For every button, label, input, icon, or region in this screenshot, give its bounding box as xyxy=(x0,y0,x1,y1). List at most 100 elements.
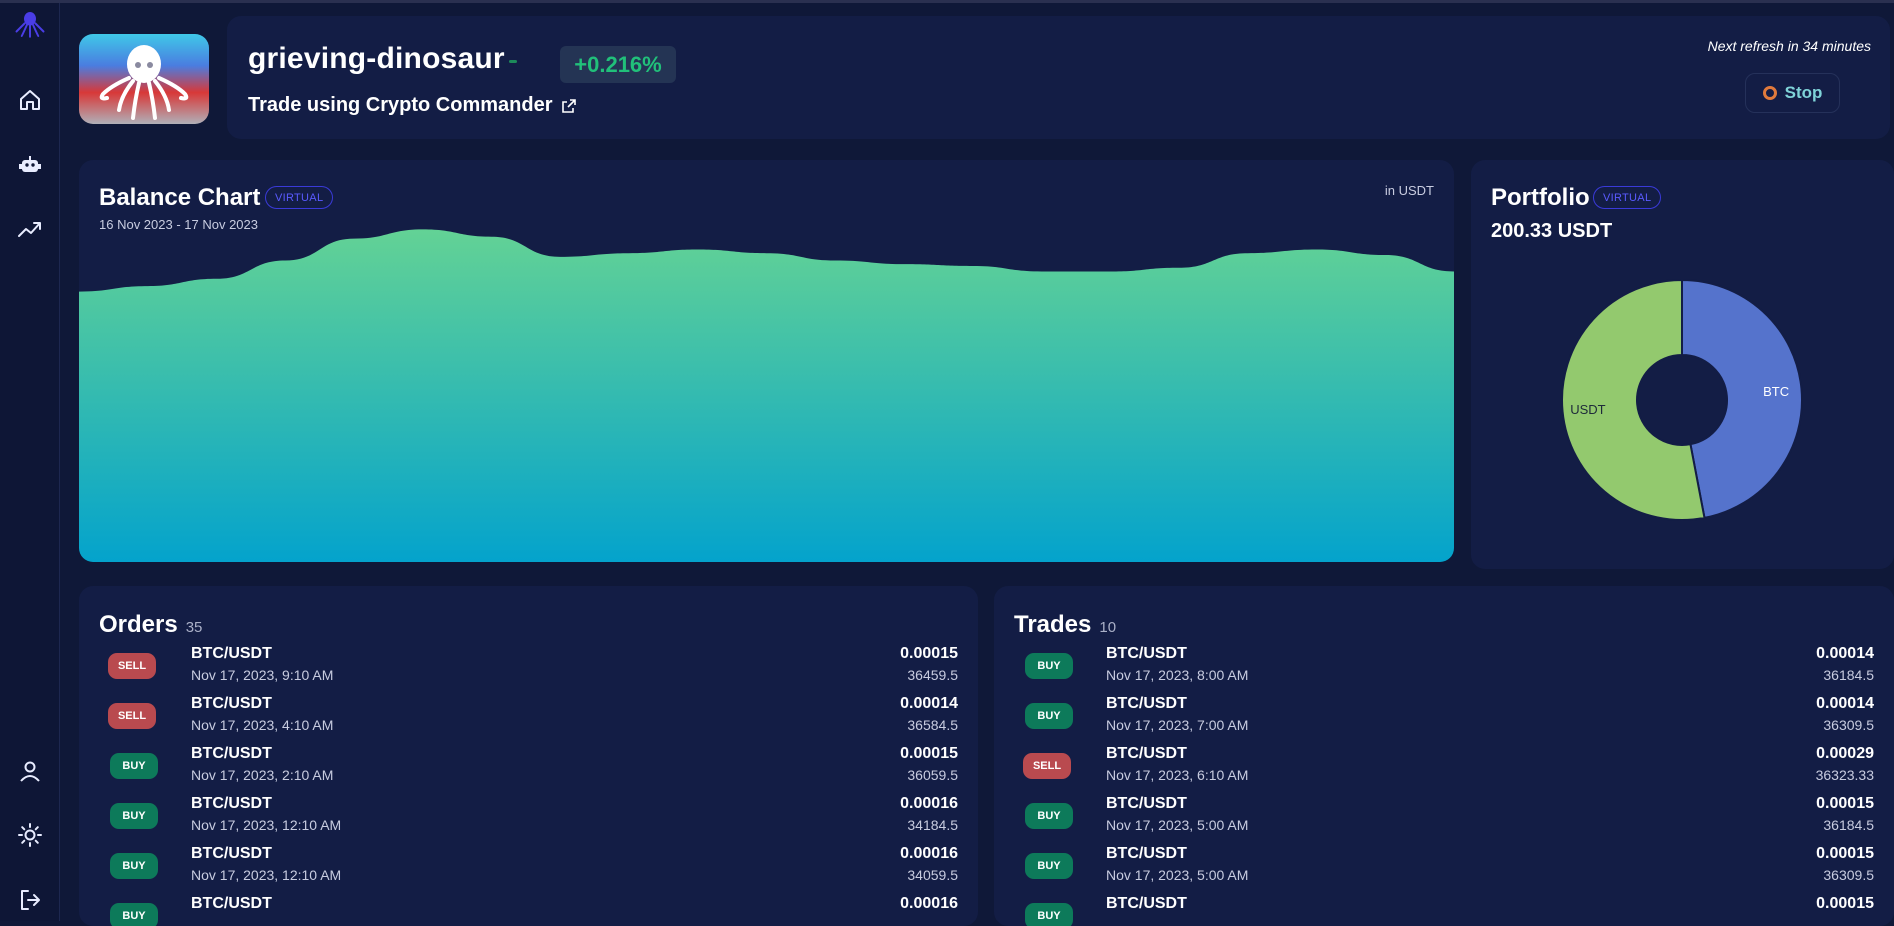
timestamp: Nov 17, 2023, 12:10 AM xyxy=(191,867,342,883)
side-badge: BUY xyxy=(110,753,158,779)
stop-button-label: Stop xyxy=(1784,83,1823,102)
trade-row[interactable]: BUY BTC/USDT Nov 17, 2023, 5:00 AM 0.00015 3… xyxy=(994,845,1894,895)
price: 34059.5 xyxy=(907,867,958,883)
bot-name: grieving-dinosaur xyxy=(248,42,505,75)
order-row[interactable]: SELL BTC/USDT Nov 17, 2023, 4:10 AM 0.00014… xyxy=(79,695,978,745)
pair-label: BTC/USDT xyxy=(1106,695,1187,712)
portfolio-total: 200.33 USDT xyxy=(1491,220,1613,242)
price: 36323.33 xyxy=(1815,767,1874,783)
pair-label: BTC/USDT xyxy=(191,645,272,662)
amount: 0.00016 xyxy=(900,895,958,912)
pair-label: BTC/USDT xyxy=(1106,645,1187,662)
robot-icon[interactable] xyxy=(15,150,45,180)
stop-button[interactable]: Stop xyxy=(1745,73,1840,113)
timestamp: Nov 17, 2023, 7:00 AM xyxy=(1106,717,1249,733)
amount: 0.00014 xyxy=(1816,645,1874,662)
timestamp: Nov 17, 2023, 2:10 AM xyxy=(191,767,334,783)
side-badge: SELL xyxy=(1023,753,1071,779)
side-badge: SELL xyxy=(108,703,156,729)
timestamp: Nov 17, 2023, 5:00 AM xyxy=(1106,867,1249,883)
pie-label-btc: BTC xyxy=(1763,384,1789,399)
orders-title-text: Orders xyxy=(99,611,178,638)
amount: 0.00015 xyxy=(900,645,958,662)
balance-area xyxy=(79,229,1454,562)
side-badge: BUY xyxy=(110,853,158,879)
refresh-timer: Next refresh in 34 minutes xyxy=(1707,38,1871,54)
amount: 0.00016 xyxy=(900,845,958,862)
pair-label: BTC/USDT xyxy=(191,845,272,862)
side-badge: SELL xyxy=(108,653,156,679)
amount: 0.00014 xyxy=(900,695,958,712)
trade-row[interactable]: BUY BTC/USDT Nov 17, 2023, 5:00 AM 0.00015 3… xyxy=(994,795,1894,845)
virtual-badge: VIRTUAL xyxy=(1593,186,1662,209)
pair-label: BTC/USDT xyxy=(1106,795,1187,812)
portfolio-title: Portfolio xyxy=(1491,184,1590,211)
trades-title: Trades 10 xyxy=(1014,611,1116,639)
side-badge: BUY xyxy=(1025,853,1073,879)
price: 36309.5 xyxy=(1823,717,1874,733)
order-row[interactable]: BUY BTC/USDT Nov 17, 2023, 12:10 AM 0.00016… xyxy=(79,795,978,845)
trade-row[interactable]: BUY BTC/USDT 0.00015 xyxy=(994,895,1894,926)
side-badge: BUY xyxy=(110,903,158,926)
side-badge: BUY xyxy=(1025,803,1073,829)
trade-link-label[interactable]: Trade using Crypto Commander xyxy=(248,94,553,117)
price: 36459.5 xyxy=(907,667,958,683)
price: 36184.5 xyxy=(1823,817,1874,833)
trades-count: 10 xyxy=(1099,619,1117,636)
trade-row[interactable]: BUY BTC/USDT Nov 17, 2023, 7:00 AM 0.00014 3… xyxy=(994,695,1894,745)
balance-area-chart xyxy=(79,229,1454,562)
pie-label-usdt: USDT xyxy=(1570,402,1605,417)
timestamp: Nov 17, 2023, 6:10 AM xyxy=(1106,767,1249,783)
performance-badge: +0.216% xyxy=(560,46,676,83)
octopus-logo-icon[interactable] xyxy=(15,9,45,39)
portfolio-donut-chart: BTC USDT xyxy=(1561,278,1803,521)
pair-label: BTC/USDT xyxy=(191,745,272,762)
orders-card: Orders 35 SELL BTC/USDT Nov 17, 2023, 9:10 … xyxy=(79,586,978,926)
price: 36584.5 xyxy=(907,717,958,733)
user-icon[interactable] xyxy=(15,756,45,786)
timestamp: Nov 17, 2023, 8:00 AM xyxy=(1106,667,1249,683)
timestamp: Nov 17, 2023, 5:00 AM xyxy=(1106,817,1249,833)
orders-count: 35 xyxy=(185,619,203,636)
order-row[interactable]: BUY BTC/USDT Nov 17, 2023, 12:10 AM 0.00016… xyxy=(79,845,978,895)
stop-indicator-icon xyxy=(1762,86,1777,100)
side-badge: BUY xyxy=(1025,653,1073,679)
timestamp: Nov 17, 2023, 9:10 AM xyxy=(191,667,334,683)
order-row[interactable]: SELL BTC/USDT Nov 17, 2023, 9:10 AM 0.00015… xyxy=(79,645,978,695)
pair-label: BTC/USDT xyxy=(1106,745,1187,762)
sidebar xyxy=(0,3,60,921)
timestamp: Nov 17, 2023, 12:10 AM xyxy=(191,817,342,833)
orders-title: Orders 35 xyxy=(99,611,202,639)
trade-row[interactable]: BUY BTC/USDT Nov 17, 2023, 8:00 AM 0.00014 3… xyxy=(994,645,1894,695)
price: 36059.5 xyxy=(907,767,958,783)
trade-link[interactable]: Trade using Crypto Commander xyxy=(248,94,577,117)
amount: 0.00015 xyxy=(1816,795,1874,812)
pair-label: BTC/USDT xyxy=(1106,895,1187,912)
window-top-border xyxy=(0,0,1894,3)
trade-row[interactable]: SELL BTC/USDT Nov 17, 2023, 6:10 AM 0.00029… xyxy=(994,745,1894,795)
pair-label: BTC/USDT xyxy=(1106,845,1187,862)
amount: 0.00015 xyxy=(900,745,958,762)
external-link-icon[interactable] xyxy=(561,98,577,114)
home-icon[interactable] xyxy=(15,85,45,115)
pair-label: BTC/USDT xyxy=(191,795,272,812)
trades-title-text: Trades xyxy=(1014,611,1092,638)
status-indicator xyxy=(509,60,517,63)
pair-label: BTC/USDT xyxy=(191,895,272,912)
pair-label: BTC/USDT xyxy=(191,695,272,712)
octopus-avatar-icon xyxy=(99,45,189,120)
bot-avatar xyxy=(79,34,209,124)
side-badge: BUY xyxy=(1025,703,1073,729)
logout-icon[interactable] xyxy=(15,885,45,915)
balance-chart-card: Balance Chart VIRTUAL 16 Nov 2023 - 17 N… xyxy=(79,160,1454,562)
price: 36184.5 xyxy=(1823,667,1874,683)
side-badge: BUY xyxy=(1025,903,1073,926)
trending-up-icon[interactable] xyxy=(15,214,45,244)
amount: 0.00014 xyxy=(1816,695,1874,712)
order-row[interactable]: BUY BTC/USDT 0.00016 xyxy=(79,895,978,926)
sun-icon[interactable] xyxy=(15,820,45,850)
trades-card: Trades 10 BUY BTC/USDT Nov 17, 2023, 8:00 A… xyxy=(994,586,1894,926)
price: 34184.5 xyxy=(907,817,958,833)
order-row[interactable]: BUY BTC/USDT Nov 17, 2023, 2:10 AM 0.00015 3… xyxy=(79,745,978,795)
amount: 0.00016 xyxy=(900,795,958,812)
